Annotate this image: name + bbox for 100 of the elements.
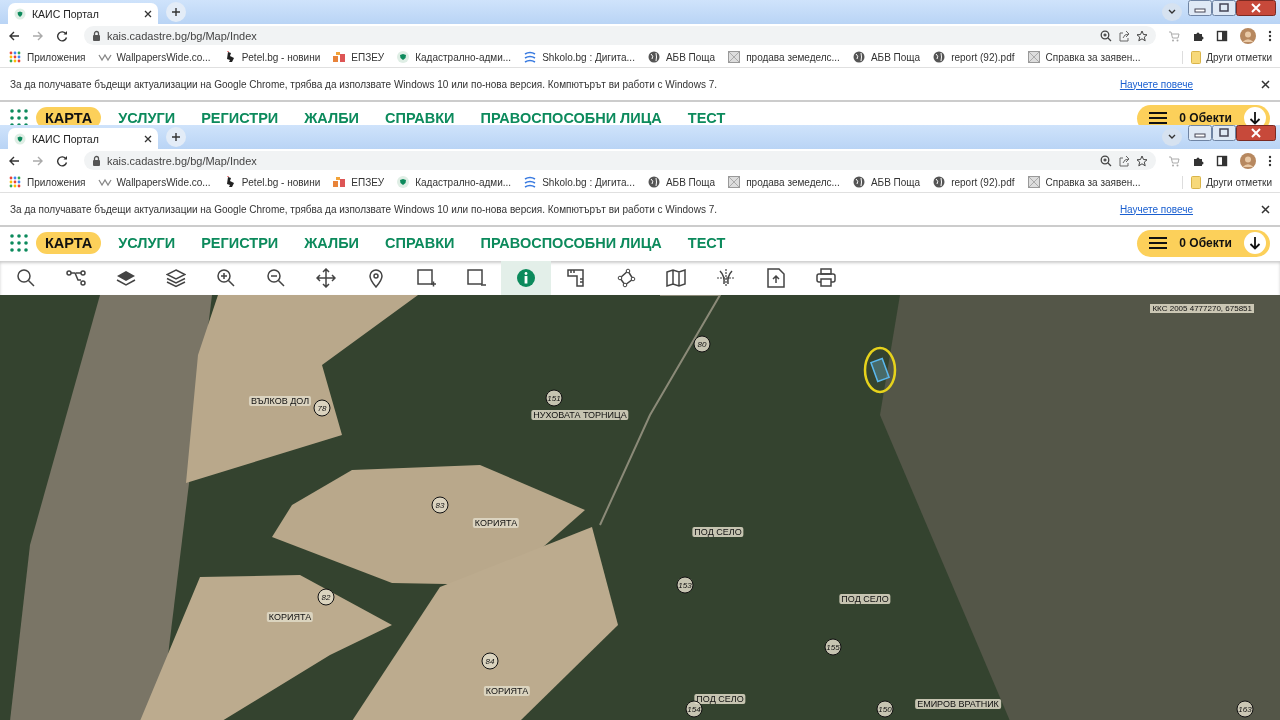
nav-tab[interactable]: СПРАВКИ xyxy=(376,232,464,254)
bookmark[interactable]: Кадастрално-адми... xyxy=(396,175,512,189)
nav-tab[interactable]: КАРТА xyxy=(36,232,102,254)
nav-tab[interactable]: ПРАВОСПОСОБНИ ЛИЦА xyxy=(471,232,671,254)
plus-icon xyxy=(171,6,181,17)
url-text: kais.cadastre.bg/bg/Map/Index xyxy=(107,154,258,167)
nav-tab[interactable]: ЖАЛБИ xyxy=(295,232,368,254)
image-icon xyxy=(727,50,742,64)
bookmark[interactable]: АБВ Поща xyxy=(646,175,716,189)
close-icon[interactable] xyxy=(144,134,152,143)
image-icon xyxy=(1026,175,1041,189)
lock-icon xyxy=(92,30,101,41)
zoom-icon[interactable] xyxy=(1100,154,1112,167)
chevron-down-icon xyxy=(1168,9,1176,15)
nav-tab[interactable]: РЕГИСТРИ xyxy=(192,232,288,254)
reload-icon[interactable] xyxy=(56,154,68,167)
bookmark[interactable]: Petel.bg - новини xyxy=(222,50,321,64)
close-icon[interactable] xyxy=(1236,125,1276,141)
nav-tab[interactable]: УСЛУГИ xyxy=(109,107,185,125)
bookmark[interactable]: АБВ Поща xyxy=(851,50,921,64)
share-icon[interactable] xyxy=(1118,154,1130,167)
search-icon xyxy=(16,268,36,288)
nav-tab[interactable]: РЕГИСТРИ xyxy=(192,107,288,125)
share-icon[interactable] xyxy=(1118,29,1130,42)
kebab-menu-icon[interactable] xyxy=(1268,29,1272,42)
location-pin-icon xyxy=(366,268,386,288)
bookmark[interactable]: Приложения xyxy=(8,50,86,64)
bookmarks-folder[interactable]: Други отметки xyxy=(1182,175,1272,189)
maximize-icon[interactable] xyxy=(1212,0,1236,16)
building-icon xyxy=(332,175,347,189)
bookmark[interactable]: WallpapersWide.co... xyxy=(97,50,211,64)
side-panel-icon[interactable] xyxy=(1216,154,1228,167)
bookmark[interactable]: АБВ Поща xyxy=(646,50,716,64)
shield-icon xyxy=(396,175,411,189)
avatar-icon[interactable] xyxy=(1240,27,1256,44)
close-icon[interactable] xyxy=(1236,0,1276,16)
close-icon[interactable] xyxy=(144,9,152,18)
bookmark[interactable]: Кадастрално-адми... xyxy=(396,50,512,64)
new-tab-button[interactable] xyxy=(166,1,186,22)
bookmark[interactable]: Приложения xyxy=(8,175,86,189)
address-bar[interactable]: kais.cadastre.bg/bg/Map/Index xyxy=(84,26,1156,45)
bookmark[interactable]: WallpapersWide.co... xyxy=(97,175,211,189)
bookmark[interactable]: продава земеделс... xyxy=(727,175,840,189)
maximize-icon[interactable] xyxy=(1212,125,1236,141)
bookmark[interactable]: продава земеделс... xyxy=(727,50,840,64)
avatar-icon[interactable] xyxy=(1240,152,1256,169)
star-icon[interactable] xyxy=(1136,154,1148,167)
kebab-menu-icon[interactable] xyxy=(1268,154,1272,167)
back-arrow-icon[interactable] xyxy=(8,29,20,42)
shield-icon xyxy=(14,7,26,20)
arrow-button[interactable] xyxy=(1244,107,1266,125)
reload-icon[interactable] xyxy=(56,29,68,42)
bookmark[interactable]: Petel.bg - новини xyxy=(222,175,321,189)
nav-tab[interactable]: ЖАЛБИ xyxy=(295,107,368,125)
close-icon[interactable] xyxy=(1261,79,1270,89)
bookmark[interactable]: report (92).pdf xyxy=(932,50,1015,64)
bookmark[interactable]: АБВ Поща xyxy=(851,175,921,189)
zoom-icon[interactable] xyxy=(1100,29,1112,42)
apps-grid-icon[interactable] xyxy=(10,109,28,125)
address-bar[interactable]: kais.cadastre.bg/bg/Map/Index xyxy=(84,151,1156,170)
nav-tab[interactable]: СПРАВКИ xyxy=(376,107,464,125)
bookmark[interactable]: ЕПЗЕУ xyxy=(332,175,385,189)
star-icon[interactable] xyxy=(1136,29,1148,42)
coordinates-text: ККС 2005 4777270, 675851 xyxy=(1150,304,1254,313)
nav-tab[interactable]: ТЕСТ xyxy=(678,232,735,254)
bookmarks-folder[interactable]: Други отметки xyxy=(1182,50,1272,64)
printer-icon xyxy=(816,268,836,288)
objects-button[interactable]: 0 Обекти xyxy=(1137,104,1270,125)
bookmark[interactable]: ЕПЗЕУ xyxy=(332,50,385,64)
bookmark[interactable]: Справка за заявен... xyxy=(1026,175,1141,189)
learn-more-link[interactable]: Научете повече xyxy=(1119,78,1193,90)
new-tab-button[interactable] xyxy=(166,126,186,147)
apps-grid-icon[interactable] xyxy=(10,234,28,252)
minimize-icon[interactable] xyxy=(1188,125,1212,141)
tab-search-button[interactable] xyxy=(1162,128,1182,146)
place-label: ВЪЛКОВ ДОЛ xyxy=(248,396,312,406)
place-label: ПОД СЕЛО xyxy=(839,594,891,604)
globe-icon xyxy=(646,175,661,189)
nav-tab[interactable]: КАРТА xyxy=(36,107,102,125)
bookmark[interactable]: Shkolo.bg : Дигита... xyxy=(523,175,635,189)
browser-tab[interactable]: КАИС Портал xyxy=(8,3,158,24)
bookmark[interactable]: Shkolo.bg : Дигита... xyxy=(523,50,635,64)
zoom-in-icon xyxy=(216,268,236,288)
close-icon[interactable] xyxy=(1261,204,1270,214)
bookmark[interactable]: report (92).pdf xyxy=(932,175,1015,189)
objects-button[interactable]: 0 Обекти xyxy=(1137,229,1270,257)
side-panel-icon[interactable] xyxy=(1216,29,1228,42)
browser-tab[interactable]: КАИС Портал xyxy=(8,128,158,149)
nav-tab[interactable]: ПРАВОСПОСОБНИ ЛИЦА xyxy=(471,107,671,125)
minimize-icon[interactable] xyxy=(1188,0,1212,16)
nav-tab[interactable]: УСЛУГИ xyxy=(109,232,185,254)
place-label: ПОД СЕЛО xyxy=(692,527,744,537)
url-text: kais.cadastre.bg/bg/Map/Index xyxy=(107,29,258,42)
back-arrow-icon[interactable] xyxy=(8,154,20,167)
place-label: КОРИЯТА xyxy=(483,686,531,696)
tab-search-button[interactable] xyxy=(1162,3,1182,21)
arrow-button[interactable] xyxy=(1244,232,1266,254)
bookmark[interactable]: Справка за заявен... xyxy=(1026,50,1141,64)
learn-more-link[interactable]: Научете повече xyxy=(1119,203,1193,215)
nav-tab[interactable]: ТЕСТ xyxy=(678,107,735,125)
